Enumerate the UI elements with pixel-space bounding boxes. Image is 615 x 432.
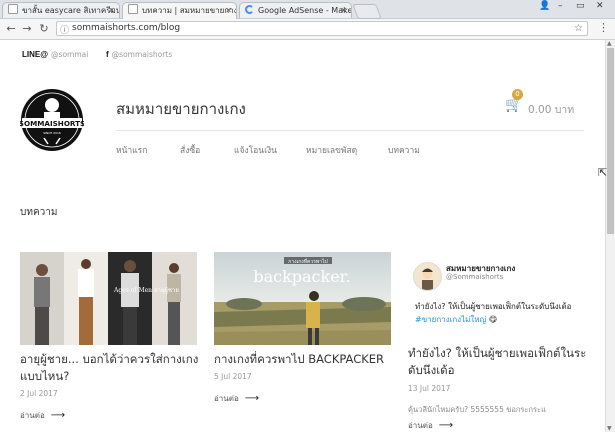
site-title[interactable]: สมหมายขายกางเกง [116, 97, 246, 121]
loading-icon [245, 5, 254, 14]
line-contact[interactable]: LINE@ @sommai [22, 50, 88, 59]
minimize-button[interactable]: – [558, 1, 563, 11]
read-more-label: อ่านต่อ [20, 411, 45, 420]
tweet-body: ทำยังไง? ให้เป็นผู้ชายเพอเฟ็กต์ในระดับนึ… [415, 302, 572, 311]
close-tab-icon[interactable]: ✕ [225, 3, 232, 19]
thumbnail-overlay-text: backpacker. [253, 267, 350, 286]
nav-item-blog[interactable]: บทความ [388, 143, 420, 157]
post-date: 13 Jul 2017 [408, 384, 451, 393]
post-date: 5 Jul 2017 [214, 372, 252, 381]
line-handle: @sommai [51, 50, 89, 59]
maximize-button[interactable]: ▭ [576, 1, 585, 11]
tweet-text: ทำยังไง? ให้เป็นผู้ชายเพอเฟ็กต์ในระดับนึ… [415, 300, 595, 326]
tab-title: ขาสั้น easycare สิเทาครีมนุ่มนิ่ม [22, 6, 120, 15]
page-title: บทความ [20, 207, 58, 218]
close-window-button[interactable]: ✕ [596, 1, 604, 11]
scrollbar-thumb[interactable] [607, 48, 614, 234]
post-title[interactable]: ทำยังไง? ให้เป็นผู้ชายเพอเฟ็กต์ในระดับนึ… [408, 345, 598, 379]
post-title[interactable]: อายุผู้ชาย... บอกได้ว่าควรใส่กางเกงแบบไห… [20, 351, 205, 385]
profile-icon[interactable]: 👤 [539, 1, 550, 11]
arrow-right-icon: ⟶ [50, 410, 66, 421]
cart-total[interactable]: 0.00 บาท [528, 101, 574, 118]
bookmark-star-icon[interactable]: ☆ [574, 22, 583, 35]
read-more-link[interactable]: อ่านต่อ ⟶ [408, 419, 453, 432]
cart-count-badge: 0 [512, 89, 523, 100]
mouse-cursor-icon: ⇱ [598, 166, 608, 179]
nav-item-tracking[interactable]: หมายเลขพัสดุ [306, 143, 357, 157]
page-info-icon[interactable]: ⓘ [60, 23, 69, 36]
arrow-right-icon: ⟶ [244, 393, 260, 404]
read-more-link[interactable]: อ่านต่อ ⟶ [20, 409, 65, 422]
post-excerpt: คุ้นวลีนักไหมครับ? 5555555 ขอกระกระแ [408, 405, 546, 414]
nav-item-payment[interactable]: แจ้งโอนเงิน [234, 143, 277, 157]
logo-subtext: SINCE 2016 [43, 131, 61, 135]
browser-menu-icon[interactable]: ⋮ [598, 21, 609, 34]
scroll-down-icon[interactable]: ▼ [607, 425, 612, 432]
tab-title: บทความ | สมหมายขายกางเกง [142, 6, 236, 15]
url-text[interactable]: sommaishorts.com/blog [72, 22, 180, 35]
favicon-icon [128, 4, 138, 14]
line-label: LINE@ [22, 50, 49, 59]
post-thumbnail[interactable]: Ages of Men อายุผู้ชาย [20, 252, 197, 345]
post-title[interactable]: กางเกงที่ควรพาไป BACKPACKER [214, 351, 399, 368]
thumbnail-overlay-subtitle: กางเกงที่ควรพาไป [288, 258, 327, 265]
back-icon[interactable]: ← [4, 21, 18, 37]
tab-title: Google AdSense - Make [258, 6, 352, 15]
nav-item-order[interactable]: สั่งซื้อ [180, 143, 200, 157]
browser-tab-2[interactable]: บทความ | สมหมายขายกางเกง ✕ [122, 2, 237, 19]
scroll-up-icon[interactable]: ▲ [607, 40, 612, 47]
close-tab-icon[interactable]: ✕ [340, 3, 347, 18]
facebook-contact[interactable]: f @sommaishorts [106, 50, 172, 59]
browser-tab-3[interactable]: Google AdSense - Make ✕ [239, 2, 352, 18]
emoji-icon: 😋 [488, 315, 498, 324]
address-bar[interactable]: ⓘ sommaishorts.com/blog ☆ [56, 21, 588, 36]
reload-icon[interactable]: ↻ [37, 21, 51, 37]
read-more-link[interactable]: อ่านต่อ ⟶ [214, 392, 259, 405]
post-thumbnail[interactable]: กางเกงที่ควรพาไป backpacker. [214, 252, 391, 345]
header-divider [116, 130, 584, 131]
new-tab-button[interactable] [352, 4, 382, 19]
facebook-handle: @sommaishorts [111, 50, 173, 59]
read-more-label: อ่านต่อ [408, 421, 433, 430]
favicon-icon [8, 4, 18, 14]
close-tab-icon[interactable]: ✕ [108, 3, 115, 18]
twitter-avatar[interactable] [413, 262, 442, 291]
read-more-label: อ่านต่อ [214, 394, 239, 403]
site-logo[interactable]: SOMMAISHORTS SINCE 2016 [20, 88, 84, 152]
post-date: 2 Jul 2017 [20, 389, 58, 398]
thumbnail-overlay-text: Ages of Men อายุผู้ชาย [113, 287, 179, 294]
logo-text: SOMMAISHORTS [20, 119, 84, 128]
nav-item-home[interactable]: หน้าแรก [116, 143, 147, 157]
browser-tab-1[interactable]: ขาสั้น easycare สิเทาครีมนุ่มนิ่ม ✕ [2, 2, 120, 18]
facebook-icon: f [106, 50, 109, 59]
arrow-right-icon: ⟶ [438, 420, 454, 431]
forward-icon[interactable]: → [20, 21, 34, 37]
twitter-handle[interactable]: @Sommaishorts [446, 273, 503, 281]
scrollbar[interactable]: ▲ ▼ [605, 40, 615, 432]
hashtag-link[interactable]: #ขายกางเกงไม่ใหญ่ [415, 315, 486, 324]
